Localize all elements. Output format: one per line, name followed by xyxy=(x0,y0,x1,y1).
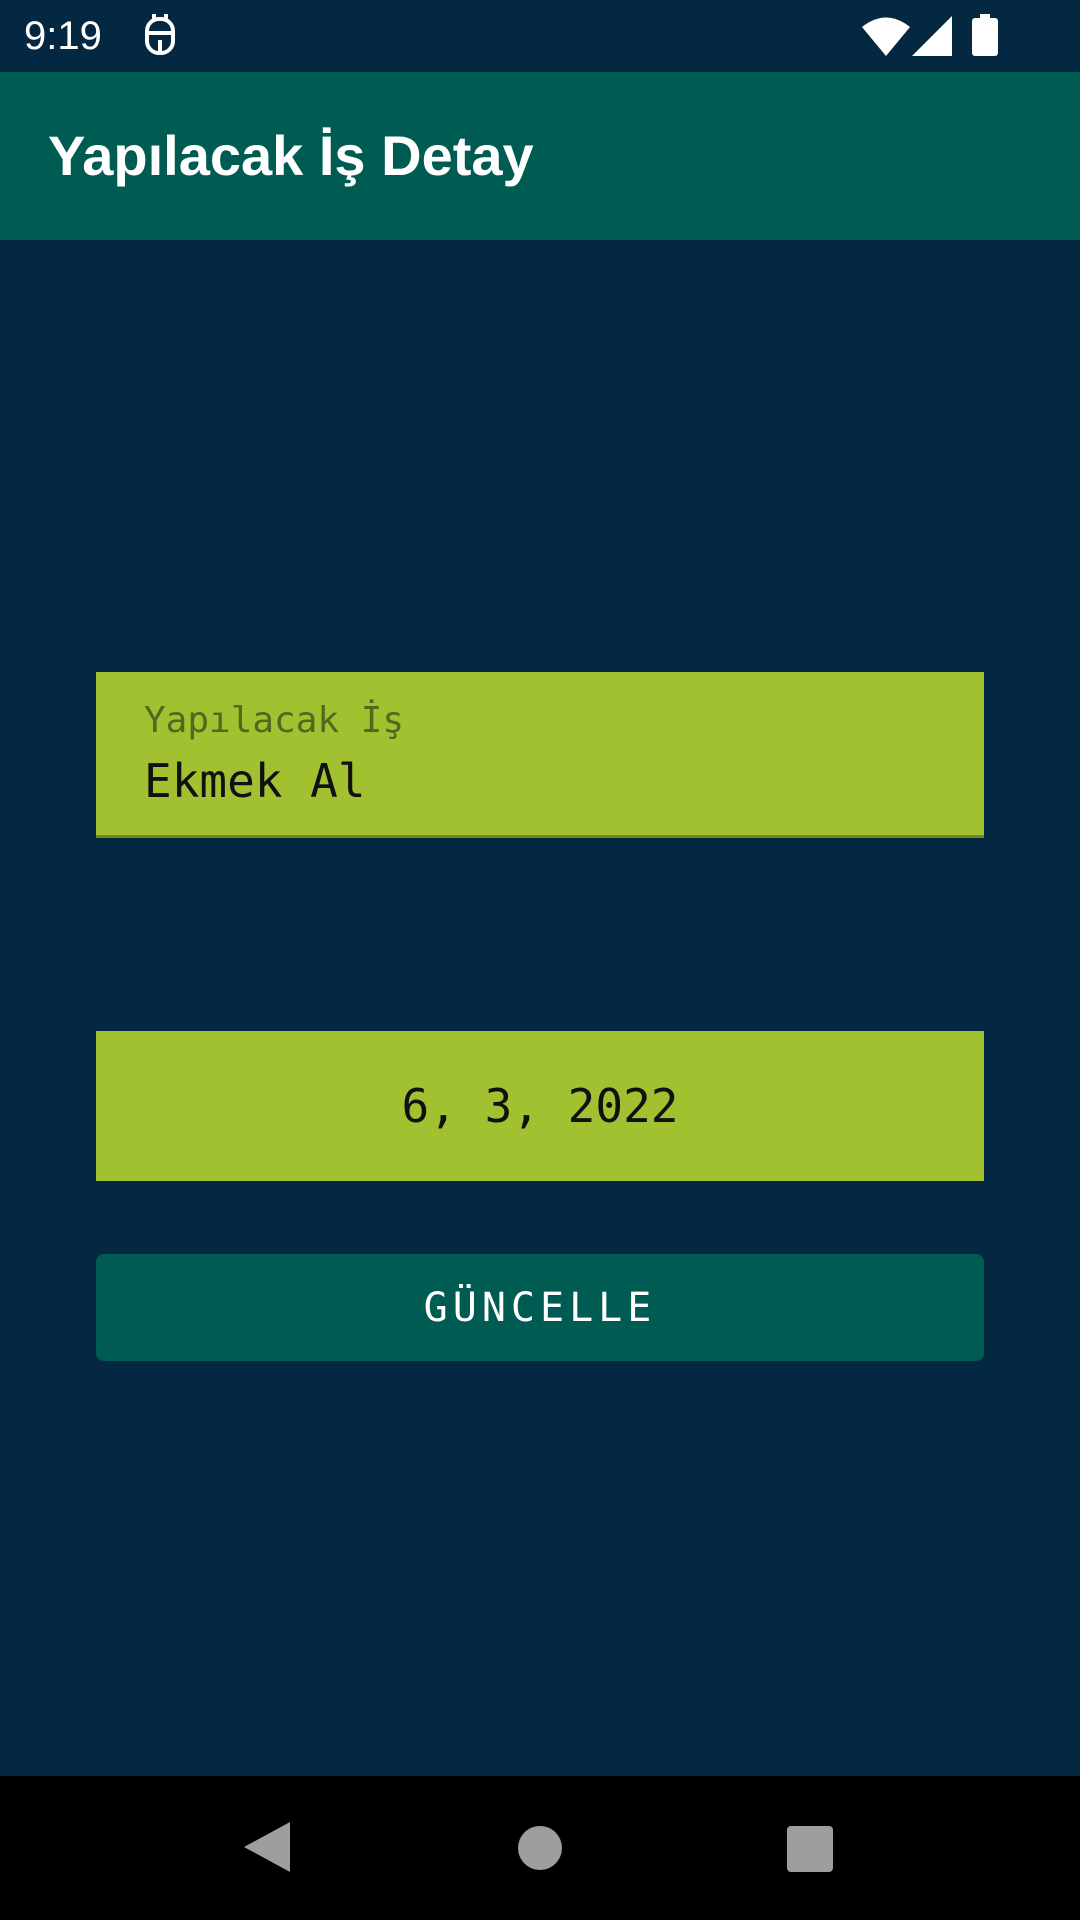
recents-icon[interactable] xyxy=(787,1826,833,1872)
status-time: 9:19 xyxy=(24,14,102,58)
task-text-field[interactable]: Yapılacak İş Ekmek Al xyxy=(96,672,984,838)
task-field-label: Yapılacak İş xyxy=(144,700,405,741)
update-button[interactable]: GÜNCELLE xyxy=(96,1254,984,1361)
home-icon[interactable] xyxy=(518,1826,562,1870)
task-field-value[interactable]: Ekmek Al xyxy=(144,754,366,808)
screen: 9:19 Yapılacak İş Detay Yapılacak İş Ekm… xyxy=(0,0,1080,1920)
battery-icon xyxy=(972,14,998,56)
date-button[interactable]: 6, 3, 2022 xyxy=(96,1031,984,1181)
app-title: Yapılacak İş Detay xyxy=(48,124,534,187)
signal-icon xyxy=(912,16,952,56)
status-bar: 9:19 xyxy=(0,0,1080,72)
app-bar: Yapılacak İş Detay xyxy=(0,72,1080,240)
wifi-icon xyxy=(862,17,910,56)
back-icon[interactable] xyxy=(244,1822,290,1872)
app-notification-icon xyxy=(145,14,175,55)
